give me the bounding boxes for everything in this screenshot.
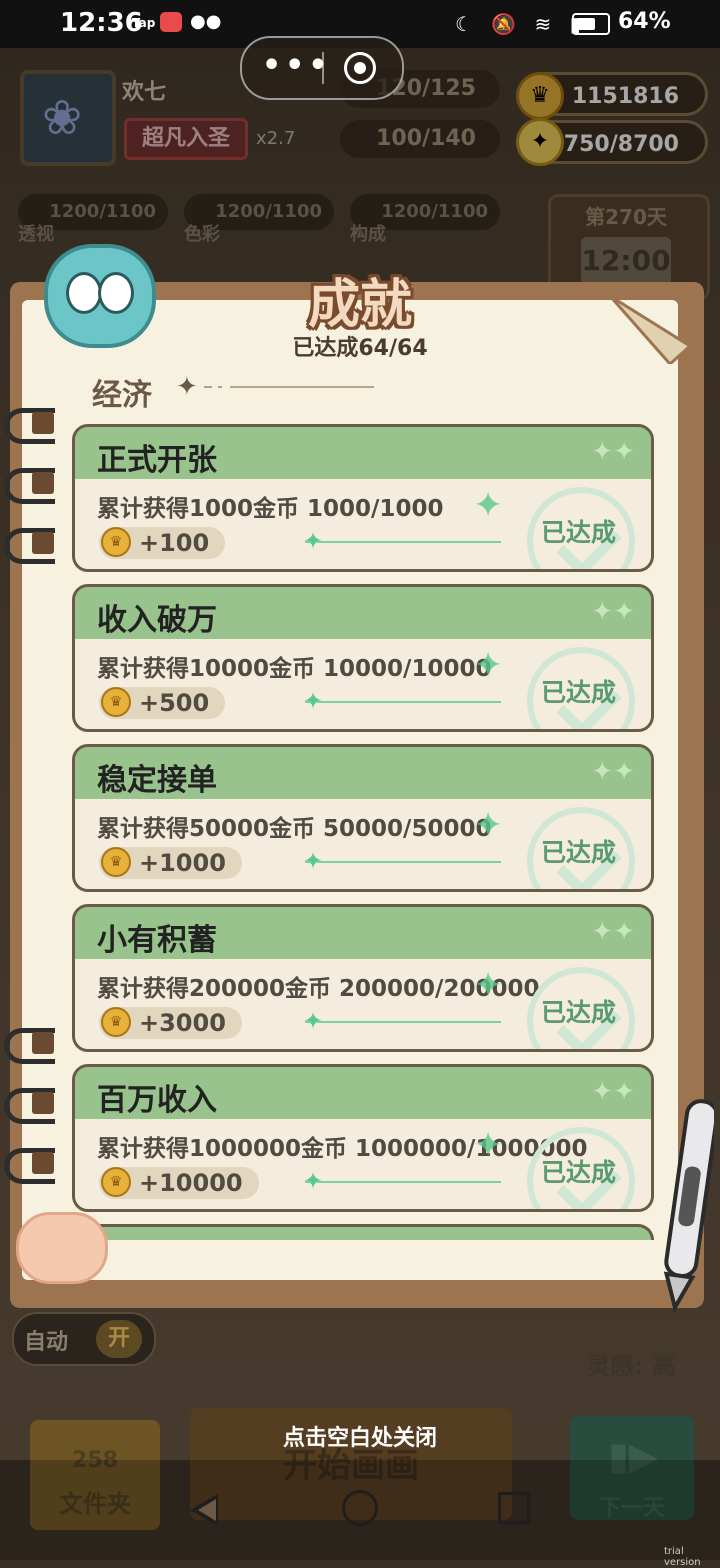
sticker-icon bbox=[16, 1212, 108, 1284]
panel-title: 成就 bbox=[307, 275, 412, 335]
sparkle-icon: ✦ bbox=[473, 485, 504, 526]
sparkle-icon: ✦✦ bbox=[591, 917, 635, 947]
sparkle-icon: ✦ bbox=[473, 1125, 504, 1166]
category-title: 经济 bbox=[92, 378, 152, 413]
binder-tab bbox=[32, 1152, 54, 1174]
auto-switch[interactable]: 开 bbox=[96, 1320, 142, 1358]
progress-track bbox=[305, 1181, 501, 1183]
status-label: 已达成 bbox=[541, 1158, 617, 1187]
achievement-progress: 已达成64/64 bbox=[292, 336, 428, 361]
auto-toggle[interactable]: 自动 开 bbox=[12, 1312, 156, 1366]
sparkle-icon: ✦ bbox=[176, 372, 198, 402]
watermark: trial version bbox=[664, 1546, 701, 1568]
sparkle-icon: ✦✦ bbox=[591, 437, 635, 467]
sparkle-icon: ✦ bbox=[473, 645, 504, 686]
shop-app-icon bbox=[160, 12, 182, 32]
progress-track bbox=[305, 541, 501, 543]
sparkle-icon: ✦ bbox=[473, 805, 504, 846]
auto-label: 自动 bbox=[24, 1330, 69, 1355]
binder-tab bbox=[32, 1032, 54, 1054]
achievement-card: ✦✦ 小有积蓄 累计获得200000金币 200000/200000 +3000… bbox=[72, 904, 654, 1052]
inspiration-level: 灵感: 高 bbox=[586, 1352, 676, 1380]
taptap-icon: Tap bbox=[132, 16, 156, 30]
status-label: 已达成 bbox=[541, 838, 617, 867]
wechat-icon: ●● bbox=[190, 11, 222, 32]
achievement-name: 百万收入 bbox=[97, 1083, 217, 1118]
recent-apps-icon[interactable] bbox=[498, 1492, 530, 1524]
achievement-desc: 累计获得1000000金币 1000000/1000000 bbox=[97, 1136, 588, 1162]
binder-tab bbox=[32, 412, 54, 434]
coin-icon: ♛ bbox=[101, 527, 131, 557]
sparkle-icon: ✦✦ bbox=[591, 757, 635, 787]
miniprogram-capsule: ••• bbox=[240, 36, 404, 100]
back-icon[interactable] bbox=[190, 1494, 218, 1526]
achievement-name: 小有积蓄 bbox=[97, 923, 217, 958]
progress-track bbox=[305, 701, 501, 703]
coin-icon: ♛ bbox=[101, 1007, 131, 1037]
pencil-icon bbox=[663, 1099, 714, 1313]
achievement-desc: 累计获得50000金币 50000/50000 bbox=[97, 816, 492, 842]
coin-icon: ♛ bbox=[101, 1167, 131, 1197]
binder-tab bbox=[32, 472, 54, 494]
achievement-name: 稳定接单 bbox=[97, 763, 217, 798]
achievement-name: 正式开张 bbox=[97, 443, 217, 478]
coin-icon: ♛ bbox=[101, 847, 131, 877]
achievement-card: ✦✦ 收入破万 累计获得10000金币 10000/10000 +500 ♛ ✦… bbox=[72, 584, 654, 732]
achievement-desc: 累计获得1000金币 1000/1000 bbox=[97, 496, 444, 522]
binder-tab bbox=[32, 1092, 54, 1114]
battery-percent: 64% bbox=[618, 9, 671, 34]
achievement-card: ✦✦ 稳定接单 累计获得50000金币 50000/50000 +1000 ♛ … bbox=[72, 744, 654, 892]
clock-time: 12:36 bbox=[60, 8, 143, 38]
progress-track bbox=[305, 1021, 501, 1023]
status-icons: ☾ 🔕 ≋ ▮ bbox=[455, 12, 587, 36]
achievement-name: 收入破万 bbox=[97, 603, 217, 638]
close-miniprogram-icon[interactable] bbox=[344, 52, 376, 84]
category-divider bbox=[204, 386, 374, 388]
status-label: 已达成 bbox=[541, 518, 617, 547]
sparkle-icon: ✦✦ bbox=[591, 1077, 635, 1107]
coin-icon: ♛ bbox=[101, 687, 131, 717]
battery-icon bbox=[572, 13, 610, 35]
navigation-bar bbox=[0, 1460, 720, 1560]
binder-tab bbox=[32, 532, 54, 554]
achievement-card: ✦✦ 百万收入 累计获得1000000金币 1000000/1000000 +1… bbox=[72, 1064, 654, 1212]
achievement-card-partial bbox=[72, 1224, 654, 1240]
achievement-card: ✦✦ 正式开张 累计获得1000金币 1000/1000 +100 ♛ ✦ ✦ … bbox=[72, 424, 654, 572]
capsule-divider bbox=[322, 52, 324, 84]
status-label: 已达成 bbox=[541, 998, 617, 1027]
sparkle-icon: ✦ bbox=[473, 965, 504, 1006]
close-hint[interactable]: 点击空白处关闭 bbox=[0, 1420, 720, 1452]
sparkle-icon: ✦✦ bbox=[591, 597, 635, 627]
progress-track bbox=[305, 861, 501, 863]
status-label: 已达成 bbox=[541, 678, 617, 707]
achievement-desc: 累计获得10000金币 10000/10000 bbox=[97, 656, 492, 682]
home-icon[interactable] bbox=[342, 1490, 378, 1526]
